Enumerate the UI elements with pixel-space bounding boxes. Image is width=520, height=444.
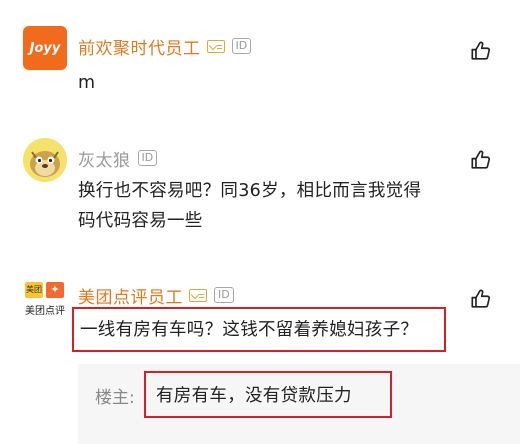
username[interactable]: 美团点评员工 (78, 283, 183, 308)
comment-1-header: 前欢聚时代员工 ID (78, 32, 252, 60)
username[interactable]: 前欢聚时代员工 (78, 34, 201, 59)
comment-3-header: 美团点评员工 ID (78, 281, 234, 309)
avatar-wolf[interactable] (23, 138, 67, 182)
comment-2-header: 灰太狼 ID (78, 144, 158, 172)
id-badge-icon: ID (214, 287, 234, 303)
id-badge-icon: ID (231, 38, 252, 54)
reply-label: 楼主: (95, 388, 135, 408)
wolf-avatar-icon (23, 138, 67, 182)
id-badge-icon: ID (137, 150, 158, 166)
avatar-joyy-text: Joyy (29, 40, 61, 56)
meituan-logo: 美团 (25, 282, 43, 298)
verified-employee-icon (189, 288, 207, 302)
comment-text-line: 码代码容易一些 (78, 211, 203, 231)
comment-text: 换行也不容易吧？同36岁，相比而言我觉得 码代码容易一些 (78, 176, 421, 236)
thumbs-up-icon[interactable] (470, 40, 492, 62)
comment-1: Joyy 前欢聚时代员工 ID m (0, 0, 520, 120)
meituan-dianping-label: 美团点评 (25, 306, 65, 317)
comment-2: 灰太狼 ID 换行也不容易吧？同36岁，相比而言我觉得 码代码容易一些 (0, 120, 520, 270)
comment-text-line: m (78, 73, 96, 93)
username[interactable]: 灰太狼 (78, 146, 131, 171)
comment-text-line: 换行也不容易吧？同36岁，相比而言我觉得 (78, 181, 422, 201)
avatar-meituan[interactable]: 美团 ✦ 美团点评 (22, 282, 68, 324)
meituan-logo-text: 美团 (26, 285, 42, 294)
comment-text: m (78, 68, 95, 98)
thumbs-up-icon[interactable] (470, 149, 492, 171)
comment-text: 一线有房有车吗？这钱不留着养媳妇孩子？ (80, 315, 418, 345)
dianping-logo: ✦ (46, 282, 64, 298)
avatar-joyy[interactable]: Joyy (23, 26, 67, 70)
reply-text: 有房有车，没有贷款压力 (156, 386, 352, 406)
thumbs-up-icon[interactable] (470, 288, 492, 310)
verified-employee-icon (206, 39, 225, 53)
comment-text-line: 一线有房有车吗？这钱不留着养媳妇孩子？ (80, 320, 419, 340)
